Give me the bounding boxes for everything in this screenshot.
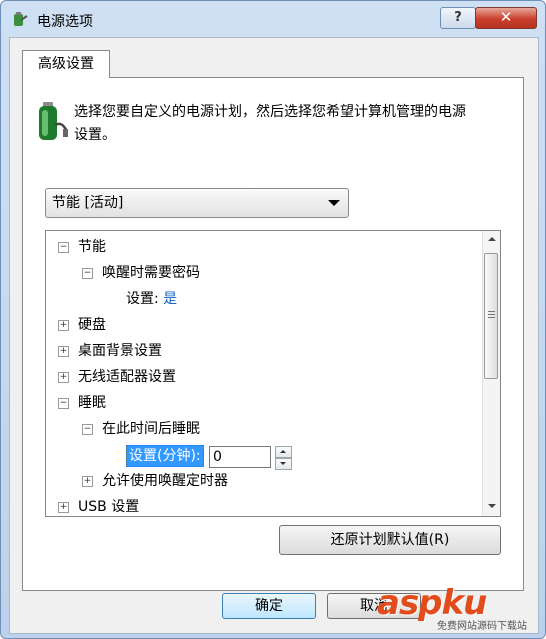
- close-button[interactable]: ✕: [475, 7, 537, 29]
- collapse-icon[interactable]: −: [58, 242, 69, 253]
- spin-up-icon[interactable]: [275, 446, 292, 458]
- settings-tree[interactable]: − 节能 − 唤醒时需要密码 设置: 是 + 硬盘 + 桌面背景设置 + 无线适…: [45, 230, 501, 517]
- ok-button[interactable]: 确定: [222, 593, 316, 619]
- tree-item-sleep[interactable]: − 睡眠: [56, 391, 106, 415]
- sleep-minutes-input[interactable]: 0: [209, 446, 271, 468]
- collapse-icon[interactable]: −: [58, 398, 69, 409]
- tree-item-sleep-minutes-setting[interactable]: 设置(分钟): 0: [126, 443, 386, 471]
- chevron-down-icon: [328, 200, 340, 206]
- tree-item-sleep-after[interactable]: − 在此时间后睡眠: [80, 417, 200, 441]
- restore-defaults-button[interactable]: 还原计划默认值(R): [279, 525, 501, 555]
- battery-icon: [39, 102, 68, 140]
- expand-icon[interactable]: +: [82, 476, 93, 487]
- scroll-down-icon[interactable]: [488, 504, 496, 508]
- expand-icon[interactable]: +: [58, 372, 69, 383]
- expand-icon[interactable]: +: [58, 346, 69, 357]
- tree-item-label: 唤醒时需要密码: [102, 265, 200, 281]
- watermark-logo: aspku 免费网站源码下载站: [377, 583, 537, 633]
- power-options-icon: [14, 12, 28, 26]
- tree-item-label: 无线适配器设置: [78, 369, 176, 385]
- help-button[interactable]: ?: [440, 7, 476, 29]
- spin-down-icon[interactable]: [275, 458, 292, 470]
- tree-item-label: 允许使用唤醒定时器: [102, 473, 228, 489]
- window-title: 电源选项: [37, 14, 93, 30]
- tree-item-usb[interactable]: + USB 设置: [56, 495, 139, 516]
- expand-icon[interactable]: +: [58, 320, 69, 331]
- spin-label: 设置(分钟):: [126, 445, 204, 467]
- tree-item-label: 桌面背景设置: [78, 343, 162, 359]
- description-text: 选择您要自定义的电源计划，然后选择您希望计算机管理的电源设置。: [74, 104, 466, 143]
- setting-value-link[interactable]: 是: [163, 291, 177, 307]
- tree-item-password-setting[interactable]: 设置: 是: [126, 287, 177, 311]
- vertical-scrollbar[interactable]: [482, 231, 500, 516]
- power-options-window: 电源选项 ? ✕ 高级设置 选择您要自定义的电源计划，然后选择您希望计算机管理的…: [0, 0, 546, 639]
- scroll-up-icon[interactable]: [488, 237, 496, 241]
- tree-item-require-password[interactable]: − 唤醒时需要密码: [80, 261, 200, 285]
- sleep-minutes-stepper[interactable]: [275, 446, 292, 470]
- scrollbar-thumb[interactable]: [484, 253, 498, 379]
- expand-icon[interactable]: +: [58, 502, 69, 513]
- tree-item-energy-saver[interactable]: − 节能: [56, 235, 106, 259]
- power-plan-select[interactable]: 节能 [活动]: [45, 188, 349, 218]
- title-bar[interactable]: 电源选项 ? ✕: [1, 1, 545, 37]
- watermark-subtitle: 免费网站源码下载站: [437, 621, 527, 632]
- collapse-icon[interactable]: −: [82, 424, 93, 435]
- tree-item-wake-timers[interactable]: + 允许使用唤醒定时器: [80, 469, 228, 493]
- tree-item-desktop-background[interactable]: + 桌面背景设置: [56, 339, 162, 363]
- tree-item-wireless-adapter[interactable]: + 无线适配器设置: [56, 365, 176, 389]
- tree-item-hard-disk[interactable]: + 硬盘: [56, 313, 106, 337]
- tab-advanced-settings[interactable]: 高级设置: [22, 50, 110, 78]
- setting-label: 设置:: [126, 291, 159, 307]
- power-plan-value: 节能 [活动]: [52, 195, 124, 211]
- collapse-icon[interactable]: −: [82, 268, 93, 279]
- grip-icon: [488, 311, 495, 312]
- dialog-content: 高级设置 选择您要自定义的电源计划，然后选择您希望计算机管理的电源设置。 节能 …: [9, 37, 539, 634]
- tree-item-label: 在此时间后睡眠: [102, 421, 200, 437]
